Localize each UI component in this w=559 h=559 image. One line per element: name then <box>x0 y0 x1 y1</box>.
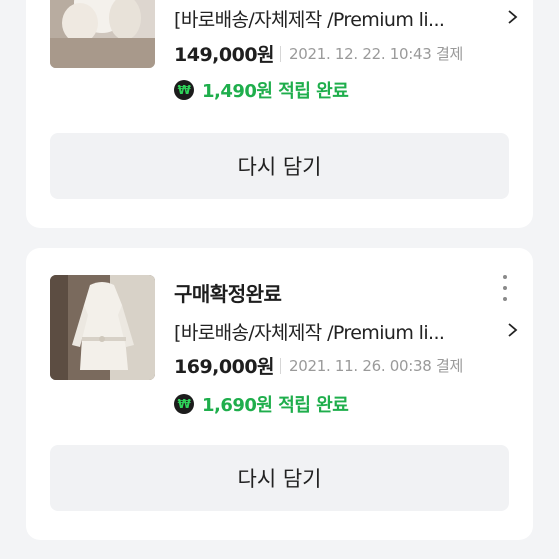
points-earned: ₩ 1,690원 적립 완료 <box>174 391 349 417</box>
product-thumbnail[interactable] <box>50 275 155 380</box>
product-title[interactable]: [바로배송/자체제작 /Premium li... <box>174 5 464 32</box>
order-price: 149,000원 <box>174 44 275 66</box>
points-won-icon: ₩ <box>174 394 194 414</box>
points-text: 1,690원 적립 완료 <box>202 395 349 416</box>
product-image <box>50 0 155 68</box>
chevron-right-icon[interactable] <box>505 10 519 24</box>
product-title[interactable]: [바로배송/자체제작 /Premium li... <box>174 318 464 345</box>
divider <box>280 46 281 62</box>
order-price: 169,000원 <box>174 356 275 378</box>
points-text: 1,490원 적립 완료 <box>202 81 349 102</box>
more-vertical-icon[interactable] <box>501 275 509 301</box>
points-earned: ₩ 1,490원 적립 완료 <box>174 77 349 103</box>
product-thumbnail[interactable] <box>50 0 155 68</box>
order-card: 구매확정완료 [바로배송/자체제작 /Premium li... 169,000… <box>26 248 533 540</box>
points-won-icon: ₩ <box>174 80 194 100</box>
order-status: 구매확정완료 <box>174 282 282 306</box>
order-card: [바로배송/자체제작 /Premium li... 149,000원 2021.… <box>26 0 533 228</box>
divider <box>280 358 281 374</box>
payment-date: 2021. 11. 26. 00:38 결제 <box>289 357 463 375</box>
reorder-button[interactable]: 다시 담기 <box>50 133 509 199</box>
chevron-right-icon[interactable] <box>505 323 519 337</box>
product-image <box>50 275 155 380</box>
reorder-button[interactable]: 다시 담기 <box>50 445 509 511</box>
payment-date: 2021. 12. 22. 10:43 결제 <box>289 45 463 63</box>
